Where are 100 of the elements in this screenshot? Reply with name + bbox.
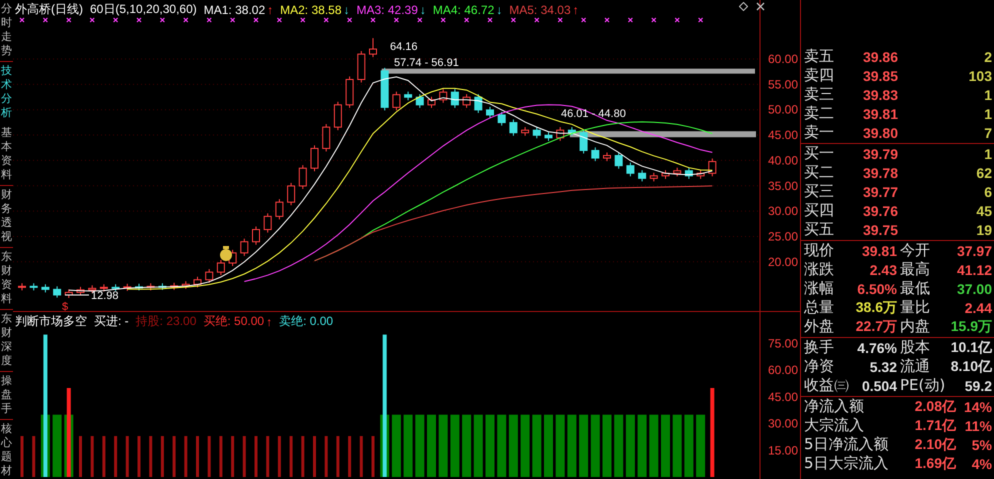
candle (556, 126, 564, 142)
flow-percent: 4% (970, 456, 992, 472)
quote-value: 2.43 (868, 262, 897, 278)
fundamental-value: 8.10亿 (950, 358, 992, 376)
diamond-icon[interactable] (739, 2, 748, 11)
close-icon[interactable] (756, 2, 765, 11)
candle (708, 158, 716, 177)
candle (439, 88, 448, 104)
candle (662, 170, 670, 180)
moving-average-value: MA3: 42.39 (356, 2, 418, 16)
order-level-label: 卖四 (804, 66, 835, 85)
price-annotation: 64.16 (390, 41, 418, 53)
fundamental-label: 收益㈢ (804, 376, 850, 395)
candle (380, 67, 389, 111)
candle (392, 91, 400, 111)
quote-label: 现价 (804, 241, 835, 260)
order-level-label: 买三 (804, 182, 835, 201)
order-level-label: 买四 (804, 201, 835, 220)
axis-label: 75.00 (768, 336, 798, 350)
candle (486, 106, 494, 118)
quote-value: 41.12 (956, 262, 992, 278)
order-level-label: 卖三 (804, 85, 835, 104)
order-volume: 1 (983, 86, 992, 102)
candle (521, 126, 530, 136)
candle (287, 182, 296, 206)
fundamental-value: 5.32 (868, 358, 897, 374)
candle (100, 284, 108, 292)
candle (182, 280, 190, 290)
flow-value: 1.69亿 (914, 454, 956, 472)
candle (509, 119, 518, 136)
candle (638, 170, 646, 182)
flow-label: 5日净流入额 (804, 435, 890, 454)
axis-label: 50.00 (768, 102, 798, 117)
side-tab[interactable]: 东财深度 (0, 310, 13, 372)
order-volume: 62 (975, 164, 992, 180)
order-volume: 6 (983, 184, 992, 200)
moving-average-value: MA1: 38.02 (204, 2, 266, 16)
order-volume: 1 (983, 146, 992, 162)
side-tab[interactable]: 技术分析 (0, 62, 13, 124)
trend-arrow: ↑ (266, 314, 272, 328)
order-volume: 2 (983, 48, 992, 64)
candle (298, 164, 307, 190)
order-level-label: 卖五 (804, 47, 835, 66)
candle (416, 94, 424, 108)
money-bag-icon (220, 246, 232, 261)
side-tab[interactable]: 分时走势 (0, 0, 13, 62)
candle (614, 152, 623, 170)
candle (53, 286, 62, 298)
fundamental-label: 流通 (899, 357, 931, 376)
trend-arrow: ↓ (344, 2, 350, 16)
candle (170, 282, 178, 290)
moving-average-value: MA2: 38.58 (280, 2, 342, 16)
candle (603, 152, 611, 162)
flow-label: 大宗流入 (804, 416, 865, 435)
quote-label: 最高 (899, 260, 931, 279)
quote-label: 外盘 (804, 317, 835, 336)
candle (194, 276, 202, 288)
price-annotation: 46.01 - 44.80 (561, 108, 626, 120)
candle (30, 282, 38, 291)
candle (650, 172, 658, 182)
flow-value: 1.71亿 (914, 416, 956, 434)
candle (264, 212, 272, 234)
quote-value: 39.81 (860, 242, 897, 258)
flow-percent: 5% (970, 436, 992, 452)
candle (673, 167, 682, 177)
candle (591, 146, 600, 162)
order-price: 39.85 (862, 68, 898, 84)
candle (450, 88, 459, 108)
flow-label: 5日大宗流入 (804, 454, 890, 473)
candle (346, 76, 354, 108)
flow-percent: 14% (962, 398, 992, 414)
axis-label: 40.00 (768, 153, 798, 168)
order-level-label: 卖一 (804, 123, 835, 142)
candle (580, 129, 588, 154)
quote-value: 2.44 (964, 300, 992, 316)
quote-value: 38.6万 (854, 298, 897, 316)
order-level-label: 买五 (804, 220, 835, 239)
stock-title: 外高桥(日线) (15, 1, 83, 18)
side-tab[interactable]: 操盘手 (0, 372, 13, 420)
axis-label: 25.00 (768, 229, 798, 244)
candle (568, 126, 576, 136)
candle (462, 94, 471, 108)
axis-label: 15.00 (768, 443, 798, 458)
flow-label: 净流入额 (804, 397, 865, 416)
quote-label: 内盘 (899, 317, 931, 336)
indicator-value: 买绝: 50.00 (203, 313, 264, 330)
order-level-label: 买一 (804, 144, 835, 163)
axis-label: 60.00 (768, 363, 798, 378)
candle (428, 96, 436, 108)
side-tab[interactable]: 财务透视 (0, 186, 13, 248)
trend-arrow: ↓ (420, 2, 426, 16)
side-tab[interactable]: 基本资料 (0, 124, 13, 186)
order-price: 39.86 (862, 48, 898, 64)
order-price: 39.80 (862, 124, 898, 140)
side-tab[interactable]: 核心题材 (0, 420, 13, 479)
fundamental-label: 股本 (899, 338, 931, 357)
order-level-label: 买二 (804, 163, 835, 182)
order-volume: 7 (983, 124, 992, 140)
quote-value: 6.50% (856, 280, 897, 296)
side-tab[interactable]: 东财资料 (0, 248, 13, 310)
